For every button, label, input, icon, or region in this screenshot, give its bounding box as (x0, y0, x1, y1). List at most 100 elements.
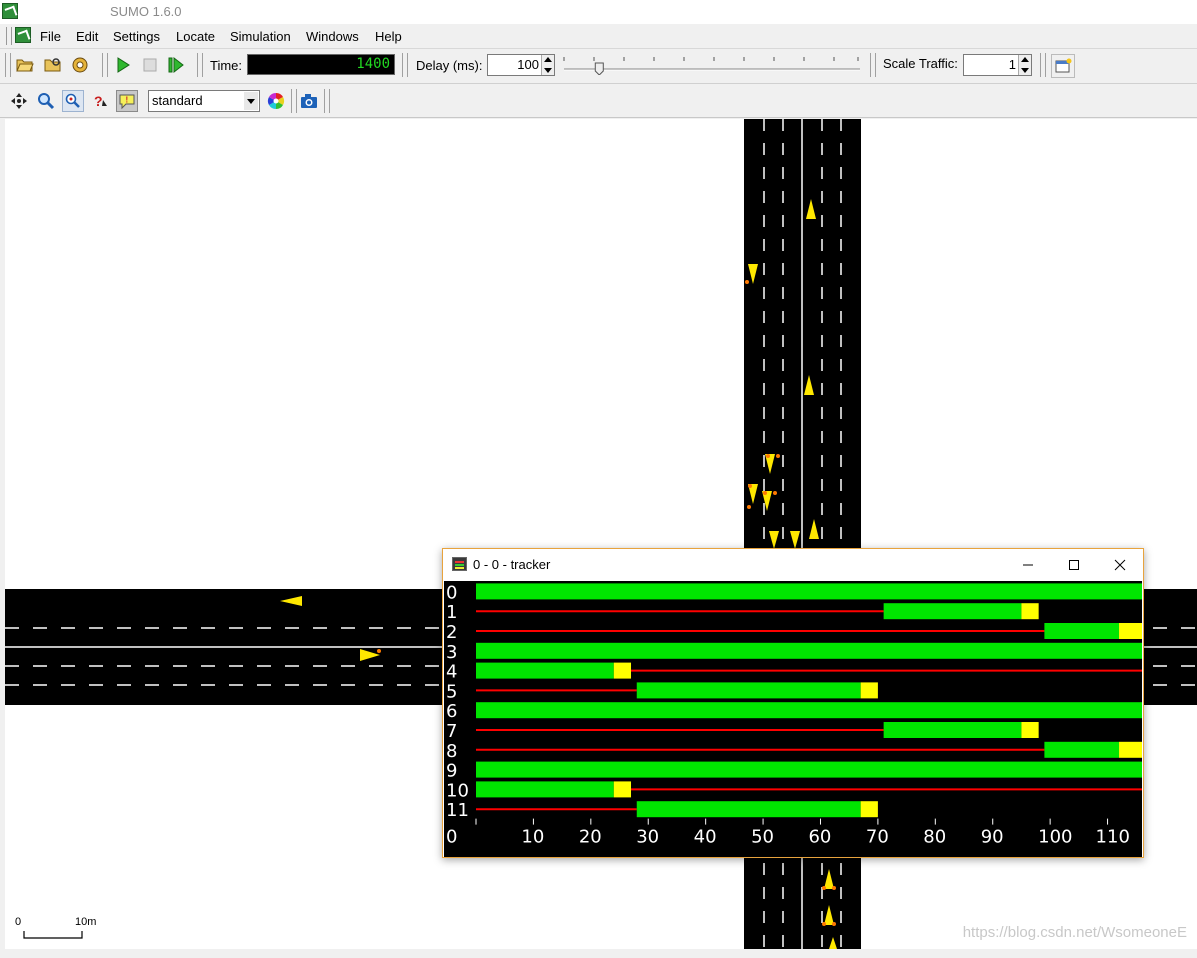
signal-green-phase (476, 583, 1142, 600)
scale-traffic-spinner[interactable]: 1 (963, 54, 1032, 76)
magnifier-icon[interactable] (35, 90, 57, 112)
toolbar-grip (870, 53, 876, 77)
x-axis-tick-label: 30 (636, 827, 659, 848)
x-axis-tick-label: 90 (981, 827, 1004, 848)
signal-green-phase (476, 702, 1142, 719)
x-axis-tick-label: 50 (751, 827, 774, 848)
signal-row-label: 1 (446, 602, 457, 623)
menu-grip (6, 27, 12, 45)
scale-traffic-value: 1 (1008, 57, 1016, 72)
title-bar: SUMO 1.6.0 (0, 0, 1197, 24)
camera-icon[interactable] (298, 90, 320, 112)
maximize-button[interactable] (1051, 549, 1097, 580)
signal-green-phase (883, 722, 1022, 738)
open-simulation-icon[interactable] (69, 54, 91, 76)
tooltip-icon[interactable]: ! (116, 90, 138, 112)
signal-row-label: 7 (446, 721, 457, 742)
color-scheme-value: standard (152, 93, 203, 108)
signal-row-label: 10 (446, 780, 469, 801)
signal-yellow-phase (613, 662, 632, 679)
scale-bar-start: 0 (15, 916, 22, 928)
x-axis-tick-label: 110 (1096, 827, 1130, 848)
delay-spinner[interactable]: 100 (487, 54, 555, 76)
window-title: SUMO 1.6.0 (110, 4, 182, 19)
signal-row-label: 9 (446, 761, 457, 782)
sumo-menu-icon[interactable] (15, 27, 31, 43)
recenter-icon[interactable] (8, 90, 30, 112)
signal-timeline: 012345678910110 10 20 30 40 50 60 70 80 90 100 110 (446, 582, 1142, 848)
delay-slider-thumb (594, 62, 604, 76)
x-axis-tick-label: 100 (1038, 827, 1072, 848)
open-folder-icon[interactable] (14, 54, 36, 76)
stop-icon[interactable] (139, 54, 161, 76)
svg-text:!: ! (126, 96, 129, 105)
maximize-icon (1069, 559, 1079, 570)
toolbar-grip (197, 53, 203, 77)
x-axis-tick-label: 10 (521, 827, 544, 848)
tracker-title: 0 - 0 - tracker (473, 557, 551, 572)
locate-object-icon[interactable] (62, 90, 84, 112)
signal-green-phase (476, 761, 1142, 778)
signal-yellow-phase (1021, 722, 1039, 738)
signal-row-label: 3 (446, 642, 457, 663)
delay-slider[interactable] (562, 55, 862, 76)
chevron-down-icon[interactable] (244, 92, 258, 110)
time-display: 1400 (247, 54, 395, 75)
toolbar-grip (402, 53, 408, 77)
sumo-app-icon (2, 3, 18, 19)
menu-windows[interactable]: Windows (306, 29, 359, 44)
color-scheme-select[interactable]: standard (148, 90, 260, 112)
x-axis-tick-label: 40 (694, 827, 717, 848)
simulation-toolbar: Time: 1400 Delay (ms): 100 Scale Traffic… (0, 49, 1197, 84)
color-wheel-icon[interactable] (265, 90, 287, 112)
menu-help[interactable]: Help (375, 29, 402, 44)
reload-icon[interactable] (42, 54, 64, 76)
signal-green-phase (476, 642, 1142, 659)
tracker-title-bar[interactable]: 0 - 0 - tracker (443, 549, 1143, 580)
close-icon (1114, 559, 1126, 570)
signal-yellow-phase (1021, 603, 1039, 620)
menu-edit[interactable]: Edit (76, 29, 98, 44)
new-view-icon[interactable] (1051, 54, 1075, 78)
signal-row-label: 8 (446, 741, 457, 762)
x-axis-tick-label: 70 (866, 827, 889, 848)
menu-file[interactable]: File (40, 29, 61, 44)
scale-traffic-spinner-arrows[interactable] (1018, 55, 1031, 75)
signal-green-phase (476, 662, 614, 679)
signal-yellow-phase (1119, 741, 1142, 758)
signal-green-phase (883, 603, 1022, 620)
toolbar-grip (324, 89, 330, 113)
signal-row-label: 6 (446, 701, 457, 722)
signal-yellow-phase (860, 682, 878, 699)
x-axis-tick-label: 20 (579, 827, 602, 848)
view-toolbar: ? ! standard (0, 85, 1197, 118)
menu-simulation[interactable]: Simulation (230, 29, 291, 44)
watermark: https://blog.csdn.net/WsomeoneE (962, 924, 1187, 941)
scale-bar-end: 10m (75, 916, 97, 928)
signal-green-phase (636, 801, 861, 818)
toolbar-grip (291, 89, 297, 113)
menu-bar: File Edit Settings Locate Simulation Win… (0, 24, 1197, 49)
toolbar-grip (1040, 53, 1046, 77)
tracker-window[interactable]: 0 - 0 - tracker 0 1 2 3 4 5 6 7 8 9 10 11 0 10 20 30 40 5… (442, 548, 1144, 858)
signal-yellow-phase (613, 781, 632, 798)
signal-row-label: 5 (446, 681, 457, 702)
close-button[interactable] (1097, 549, 1143, 580)
status-bar (0, 949, 1197, 958)
delay-spinner-arrows[interactable] (541, 55, 554, 75)
query-icon[interactable]: ? (89, 90, 111, 112)
scale-bar (23, 931, 83, 939)
delay-value: 100 (517, 57, 539, 72)
menu-settings[interactable]: Settings (113, 29, 160, 44)
x-axis-tick-label: 60 (808, 827, 831, 848)
minimize-button[interactable] (1005, 549, 1051, 580)
signal-row-label: 0 (446, 582, 457, 603)
signal-green-phase (1044, 741, 1120, 758)
signal-green-phase (1044, 623, 1120, 639)
step-icon[interactable] (165, 54, 187, 76)
run-icon[interactable] (112, 54, 134, 76)
signal-green-phase (476, 781, 614, 798)
toolbar-grip (5, 53, 11, 77)
menu-locate[interactable]: Locate (176, 29, 215, 44)
signal-tracker-chart: 0 1 2 3 4 5 6 7 8 9 10 11 0 10 20 30 40 50 60 70 80 90 100 110 (444, 581, 1142, 857)
